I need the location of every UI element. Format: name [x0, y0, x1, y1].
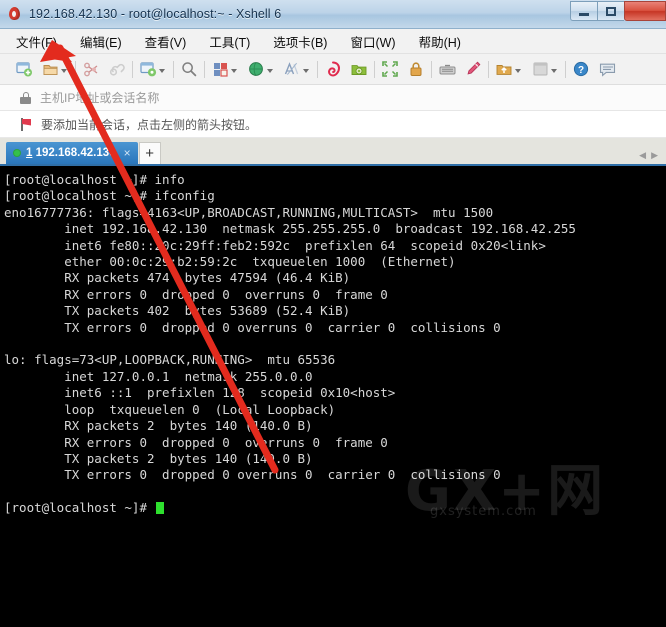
terminal-line: eno16777736: flags=4163<UP,BROADCAST,RUN…: [4, 204, 494, 220]
terminal-line: inet6 ::1 prefixlen 128 scopeid 0x10<hos…: [4, 385, 396, 401]
terminal-line: TX packets 2 bytes 140 (140.0 B): [4, 450, 313, 466]
maximize-icon: [606, 6, 616, 16]
flag-icon: [20, 117, 33, 131]
terminal-line: inet6 fe80::20c:29ff:feb2:592c prefixlen…: [4, 237, 546, 253]
notice-bar: 要添加当前会话，点击左侧的箭头按钮。: [0, 111, 666, 138]
terminal-prompt-line: [root@localhost ~]#: [4, 500, 666, 516]
xftp-icon[interactable]: [349, 58, 369, 80]
menu-bar: 文件(F) 编辑(E) 查看(V) 工具(T) 选项卡(B) 窗口(W) 帮助(…: [0, 29, 666, 54]
tab-nav-next-icon[interactable]: ▶: [651, 151, 658, 160]
help-icon[interactable]: ?: [571, 58, 591, 80]
font-icon[interactable]: [282, 58, 302, 80]
disconnect-icon[interactable]: [81, 58, 101, 80]
keyboard-icon[interactable]: [437, 58, 457, 80]
layout-dropdown-icon[interactable]: [231, 68, 237, 73]
panel-icon[interactable]: [530, 58, 550, 80]
new-tab-button[interactable]: +: [138, 142, 161, 164]
transfer-folder-icon[interactable]: [494, 58, 514, 80]
xshell-window: 192.168.42.130 - root@localhost:~ - Xshe…: [0, 0, 666, 627]
terminal-line: RX errors 0 dropped 0 overruns 0 frame 0: [4, 286, 388, 302]
terminal-line: lo: flags=73<UP,LOOPBACK,RUNNING> mtu 65…: [4, 352, 336, 368]
toolbar: ?: [0, 54, 666, 85]
font-dropdown-icon[interactable]: [303, 68, 309, 73]
reconnect-icon[interactable]: [107, 58, 127, 80]
lock-icon[interactable]: [406, 58, 426, 80]
terminal-cursor: [155, 502, 164, 515]
terminal-prompt: [root@localhost ~]#: [4, 500, 155, 516]
terminal-line: [root@localhost ~]# ifconfig: [4, 188, 215, 204]
globe-dropdown-icon[interactable]: [267, 68, 273, 73]
tab-session-1[interactable]: 1 192.168.42.130 ×: [6, 142, 138, 164]
title-bar: 192.168.42.130 - root@localhost:~ - Xshe…: [0, 0, 666, 29]
panel-dropdown-icon[interactable]: [551, 68, 557, 73]
minimize-icon: [579, 12, 589, 16]
toolbar-separator: [173, 60, 174, 78]
terminal-line: RX packets 474 bytes 47594 (46.4 KiB): [4, 270, 351, 286]
tab-index: 1: [26, 147, 33, 159]
address-bar[interactable]: 主机IP地址或会话名称: [0, 85, 666, 111]
tab-label: 1 192.168.42.130: [26, 147, 116, 159]
open-session-icon[interactable]: [40, 58, 60, 80]
search-icon[interactable]: [179, 58, 199, 80]
close-button[interactable]: [624, 1, 666, 21]
new-session-icon[interactable]: [14, 58, 34, 80]
toolbar-separator: [204, 60, 205, 78]
minimize-button[interactable]: [570, 1, 597, 21]
address-lock-icon: [20, 91, 31, 104]
toolbar-separator: [565, 60, 566, 78]
terminal-line: ether 00:0c:29:b2:59:2c txqueuelen 1000 …: [4, 254, 456, 270]
terminal-line: inet 127.0.0.1 netmask 255.0.0.0: [4, 368, 313, 384]
app-logo-icon: [7, 6, 23, 22]
toolbar-separator: [132, 60, 133, 78]
maximize-button[interactable]: [597, 1, 624, 21]
menu-item-help[interactable]: 帮助(H): [417, 30, 463, 53]
toolbar-separator: [374, 60, 375, 78]
properties-icon[interactable]: [138, 58, 158, 80]
tab-bar: 1 192.168.42.130 × + ◀ ▶: [0, 138, 666, 166]
terminal-line: TX packets 402 bytes 53689 (52.4 KiB): [4, 303, 351, 319]
window-controls: [570, 0, 666, 22]
menu-item-edit[interactable]: 编辑(E): [78, 30, 124, 53]
terminal-line: TX errors 0 dropped 0 overruns 0 carrier…: [4, 319, 501, 335]
tab-title: 192.168.42.130: [35, 147, 116, 159]
feedback-icon[interactable]: [597, 58, 617, 80]
terminal-line: TX errors 0 dropped 0 overruns 0 carrier…: [4, 467, 501, 483]
transfer-dropdown-icon[interactable]: [515, 68, 521, 73]
toolbar-separator: [488, 60, 489, 78]
highlight-pen-icon[interactable]: [463, 58, 483, 80]
toolbar-separator: [317, 60, 318, 78]
globe-icon[interactable]: [246, 58, 266, 80]
terminal-output[interactable]: [root@localhost ~]# info [root@localhost…: [0, 166, 666, 627]
properties-dropdown-icon[interactable]: [159, 68, 165, 73]
tab-nav: ◀ ▶: [639, 151, 658, 160]
toolbar-separator: [431, 60, 432, 78]
menu-item-tools[interactable]: 工具(T): [207, 30, 252, 53]
address-input[interactable]: 主机IP地址或会话名称: [40, 89, 159, 106]
terminal-line: inet 192.168.42.130 netmask 255.255.255.…: [4, 221, 576, 237]
open-session-dropdown-icon[interactable]: [61, 68, 67, 73]
tab-status-indicator: [13, 149, 21, 157]
terminal-line: RX packets 2 bytes 140 (140.0 B): [4, 418, 313, 434]
tab-nav-prev-icon[interactable]: ◀: [639, 151, 646, 160]
terminal-line: [root@localhost ~]# info: [4, 172, 185, 187]
window-title: 192.168.42.130 - root@localhost:~ - Xshe…: [29, 7, 282, 21]
menu-item-file[interactable]: 文件(F): [14, 30, 59, 53]
menu-item-tabs[interactable]: 选项卡(B): [271, 30, 329, 53]
terminal-line: RX errors 0 dropped 0 overruns 0 frame 0: [4, 434, 388, 450]
toolbar-separator: [75, 60, 76, 78]
menu-item-view[interactable]: 查看(V): [143, 30, 189, 53]
notice-text: 要添加当前会话，点击左侧的箭头按钮。: [41, 117, 258, 132]
svg-text:?: ?: [578, 65, 584, 76]
tab-close-icon[interactable]: ×: [121, 147, 134, 159]
terminal-line: loop txqueuelen 0 (Local Loopback): [4, 401, 336, 417]
xshell-icon[interactable]: [323, 58, 343, 80]
menu-item-window[interactable]: 窗口(W): [348, 30, 397, 53]
fullscreen-icon[interactable]: [380, 58, 400, 80]
layout-icon[interactable]: [210, 58, 230, 80]
